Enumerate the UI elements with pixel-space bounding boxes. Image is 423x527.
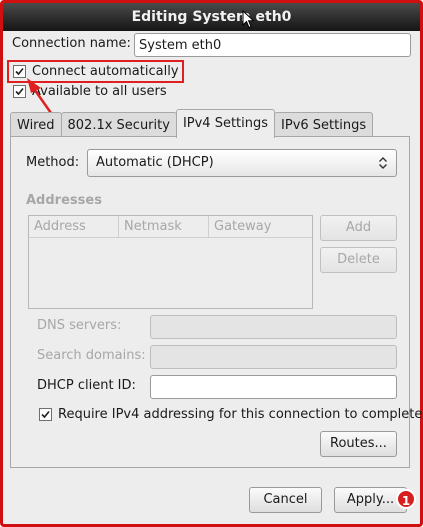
cancel-button[interactable]: Cancel (249, 487, 322, 513)
dns-servers-label: DNS servers: (37, 318, 122, 333)
title-bar[interactable]: Editing System eth0 (3, 3, 420, 31)
search-domains-label: Search domains: (37, 348, 146, 363)
tab-ipv6-settings[interactable]: IPv6 Settings (274, 112, 374, 138)
connection-name-input[interactable] (134, 33, 411, 57)
addresses-table[interactable]: Address Netmask Gateway (28, 215, 313, 309)
column-netmask: Netmask (119, 216, 209, 237)
checkbox-icon (39, 408, 52, 421)
column-address: Address (29, 216, 119, 237)
checkbox-icon (13, 85, 26, 98)
require-ipv4-checkbox[interactable]: Require IPv4 addressing for this connect… (39, 407, 422, 422)
available-to-all-users-label: Available to all users (32, 84, 167, 99)
add-button[interactable]: Add (320, 215, 397, 241)
addresses-table-header: Address Netmask Gateway (29, 216, 312, 238)
dns-servers-input[interactable] (150, 315, 397, 339)
column-gateway: Gateway (214, 219, 272, 234)
method-label: Method: (26, 155, 80, 170)
routes-button[interactable]: Routes... (320, 431, 397, 457)
require-ipv4-label: Require IPv4 addressing for this connect… (58, 407, 423, 422)
addresses-heading: Addresses (26, 193, 102, 208)
tab-8021x-security[interactable]: 802.1x Security (60, 112, 177, 138)
search-domains-input[interactable] (150, 345, 397, 369)
connection-name-label: Connection name: (12, 36, 131, 51)
delete-button[interactable]: Delete (320, 247, 397, 273)
tab-ipv4-settings[interactable]: IPv4 Settings (175, 109, 276, 138)
dhcp-client-id-label: DHCP client ID: (37, 378, 136, 393)
dhcp-client-id-input[interactable] (150, 375, 397, 399)
method-value: Automatic (DHCP) (96, 155, 214, 170)
up-down-arrows-icon (379, 157, 387, 169)
settings-tabs: Wired 802.1x Security IPv4 Settings IPv6… (10, 109, 374, 138)
method-select[interactable]: Automatic (DHCP) (87, 149, 397, 177)
annotation-highlight-box (7, 60, 184, 83)
tab-wired[interactable]: Wired (10, 112, 62, 138)
window-title: Editing System eth0 (131, 9, 292, 25)
mouse-cursor-icon (242, 10, 255, 29)
step-number-badge: 1 (396, 489, 416, 509)
available-to-all-users-checkbox[interactable]: Available to all users (13, 84, 167, 99)
